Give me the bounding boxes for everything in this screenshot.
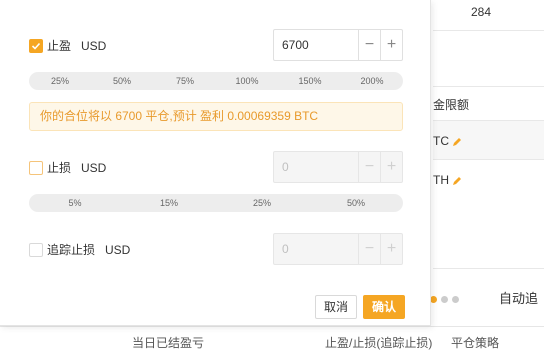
carousel-dots[interactable] bbox=[430, 292, 463, 306]
tp-percent-option[interactable]: 150% bbox=[298, 76, 321, 86]
take-profit-checkbox[interactable] bbox=[29, 38, 43, 53]
pencil-icon[interactable] bbox=[452, 176, 462, 186]
divider bbox=[433, 30, 544, 31]
take-profit-currency: USD bbox=[81, 38, 107, 53]
col-tp-sl: 止盈/止损(追踪止损) bbox=[325, 336, 433, 350]
cancel-button[interactable]: 取消 bbox=[315, 295, 358, 319]
tp-percent-option[interactable]: 75% bbox=[176, 76, 194, 86]
estimate-info: 你的合位将以 6700 平仓,预计 盈利 0.00069359 BTC bbox=[29, 102, 403, 131]
tp-sl-modal: 止盈 USD 6700 − + 25% 50% 75% 100% 150% 20… bbox=[0, 0, 431, 326]
trailing-stop-label: 追踪止损 bbox=[47, 243, 96, 257]
table-header: 当日已结盈亏 止盈/止损(追踪止损) 平仓策略 bbox=[0, 326, 544, 353]
confirm-button[interactable]: 确认 bbox=[363, 295, 406, 319]
take-profit-stepper[interactable]: 6700 − + bbox=[273, 29, 403, 61]
take-profit-input[interactable]: 6700 bbox=[274, 30, 358, 60]
trailing-stop-plus-button[interactable]: + bbox=[380, 234, 402, 264]
stop-loss-percent-bar[interactable]: 5% 15% 25% 50% bbox=[29, 194, 403, 212]
tp-percent-option[interactable]: 25% bbox=[51, 76, 69, 86]
auto-label: 自动追 bbox=[499, 291, 539, 306]
sl-percent-option[interactable]: 15% bbox=[160, 198, 178, 208]
dot[interactable] bbox=[441, 296, 448, 303]
trailing-stop-input[interactable]: 0 bbox=[274, 234, 358, 264]
stop-loss-plus-button[interactable]: + bbox=[380, 152, 402, 182]
take-profit-percent-bar[interactable]: 25% 50% 75% 100% 150% 200% bbox=[29, 72, 403, 90]
dot[interactable] bbox=[452, 296, 459, 303]
tp-percent-option[interactable]: 50% bbox=[113, 76, 131, 86]
trailing-stop-currency: USD bbox=[105, 242, 131, 257]
limit-label: 金限额 bbox=[433, 98, 470, 112]
stop-loss-label: 止损 bbox=[47, 161, 72, 175]
pencil-icon[interactable] bbox=[452, 137, 462, 147]
row-eth[interactable]: TH bbox=[433, 173, 462, 187]
divider bbox=[433, 86, 544, 87]
trailing-stop-stepper[interactable]: 0 − + bbox=[273, 233, 403, 265]
take-profit-label: 止盈 bbox=[47, 39, 72, 53]
trailing-stop-checkbox[interactable] bbox=[29, 242, 43, 257]
stop-loss-checkbox[interactable] bbox=[29, 160, 43, 175]
sl-percent-option[interactable]: 5% bbox=[68, 198, 81, 208]
col-close-strategy: 平仓策略 bbox=[451, 336, 500, 350]
stop-loss-stepper[interactable]: 0 − + bbox=[273, 151, 403, 183]
trailing-stop-toggle[interactable]: 追踪止损 USD bbox=[29, 241, 130, 258]
sl-percent-option[interactable]: 25% bbox=[253, 198, 271, 208]
stop-loss-currency: USD bbox=[81, 160, 107, 175]
col-realized-pnl: 当日已结盈亏 bbox=[132, 336, 205, 350]
divider bbox=[433, 159, 544, 160]
take-profit-plus-button[interactable]: + bbox=[380, 30, 402, 60]
row-btc[interactable]: TC bbox=[433, 134, 462, 148]
sl-percent-option[interactable]: 50% bbox=[347, 198, 365, 208]
stop-loss-toggle[interactable]: 止损 USD bbox=[29, 159, 106, 176]
take-profit-minus-button[interactable]: − bbox=[358, 30, 380, 60]
tp-percent-option[interactable]: 200% bbox=[360, 76, 383, 86]
take-profit-toggle[interactable]: 止盈 USD bbox=[29, 37, 106, 54]
row-btc-label: TC bbox=[433, 134, 449, 148]
stop-loss-minus-button[interactable]: − bbox=[358, 152, 380, 182]
dot-active[interactable] bbox=[430, 296, 437, 303]
top-count: 284 bbox=[471, 5, 492, 19]
trailing-stop-minus-button[interactable]: − bbox=[358, 234, 380, 264]
divider bbox=[433, 268, 544, 269]
tp-percent-option[interactable]: 100% bbox=[235, 76, 258, 86]
stop-loss-input[interactable]: 0 bbox=[274, 152, 358, 182]
row-eth-label: TH bbox=[433, 173, 449, 187]
check-icon bbox=[31, 42, 41, 50]
